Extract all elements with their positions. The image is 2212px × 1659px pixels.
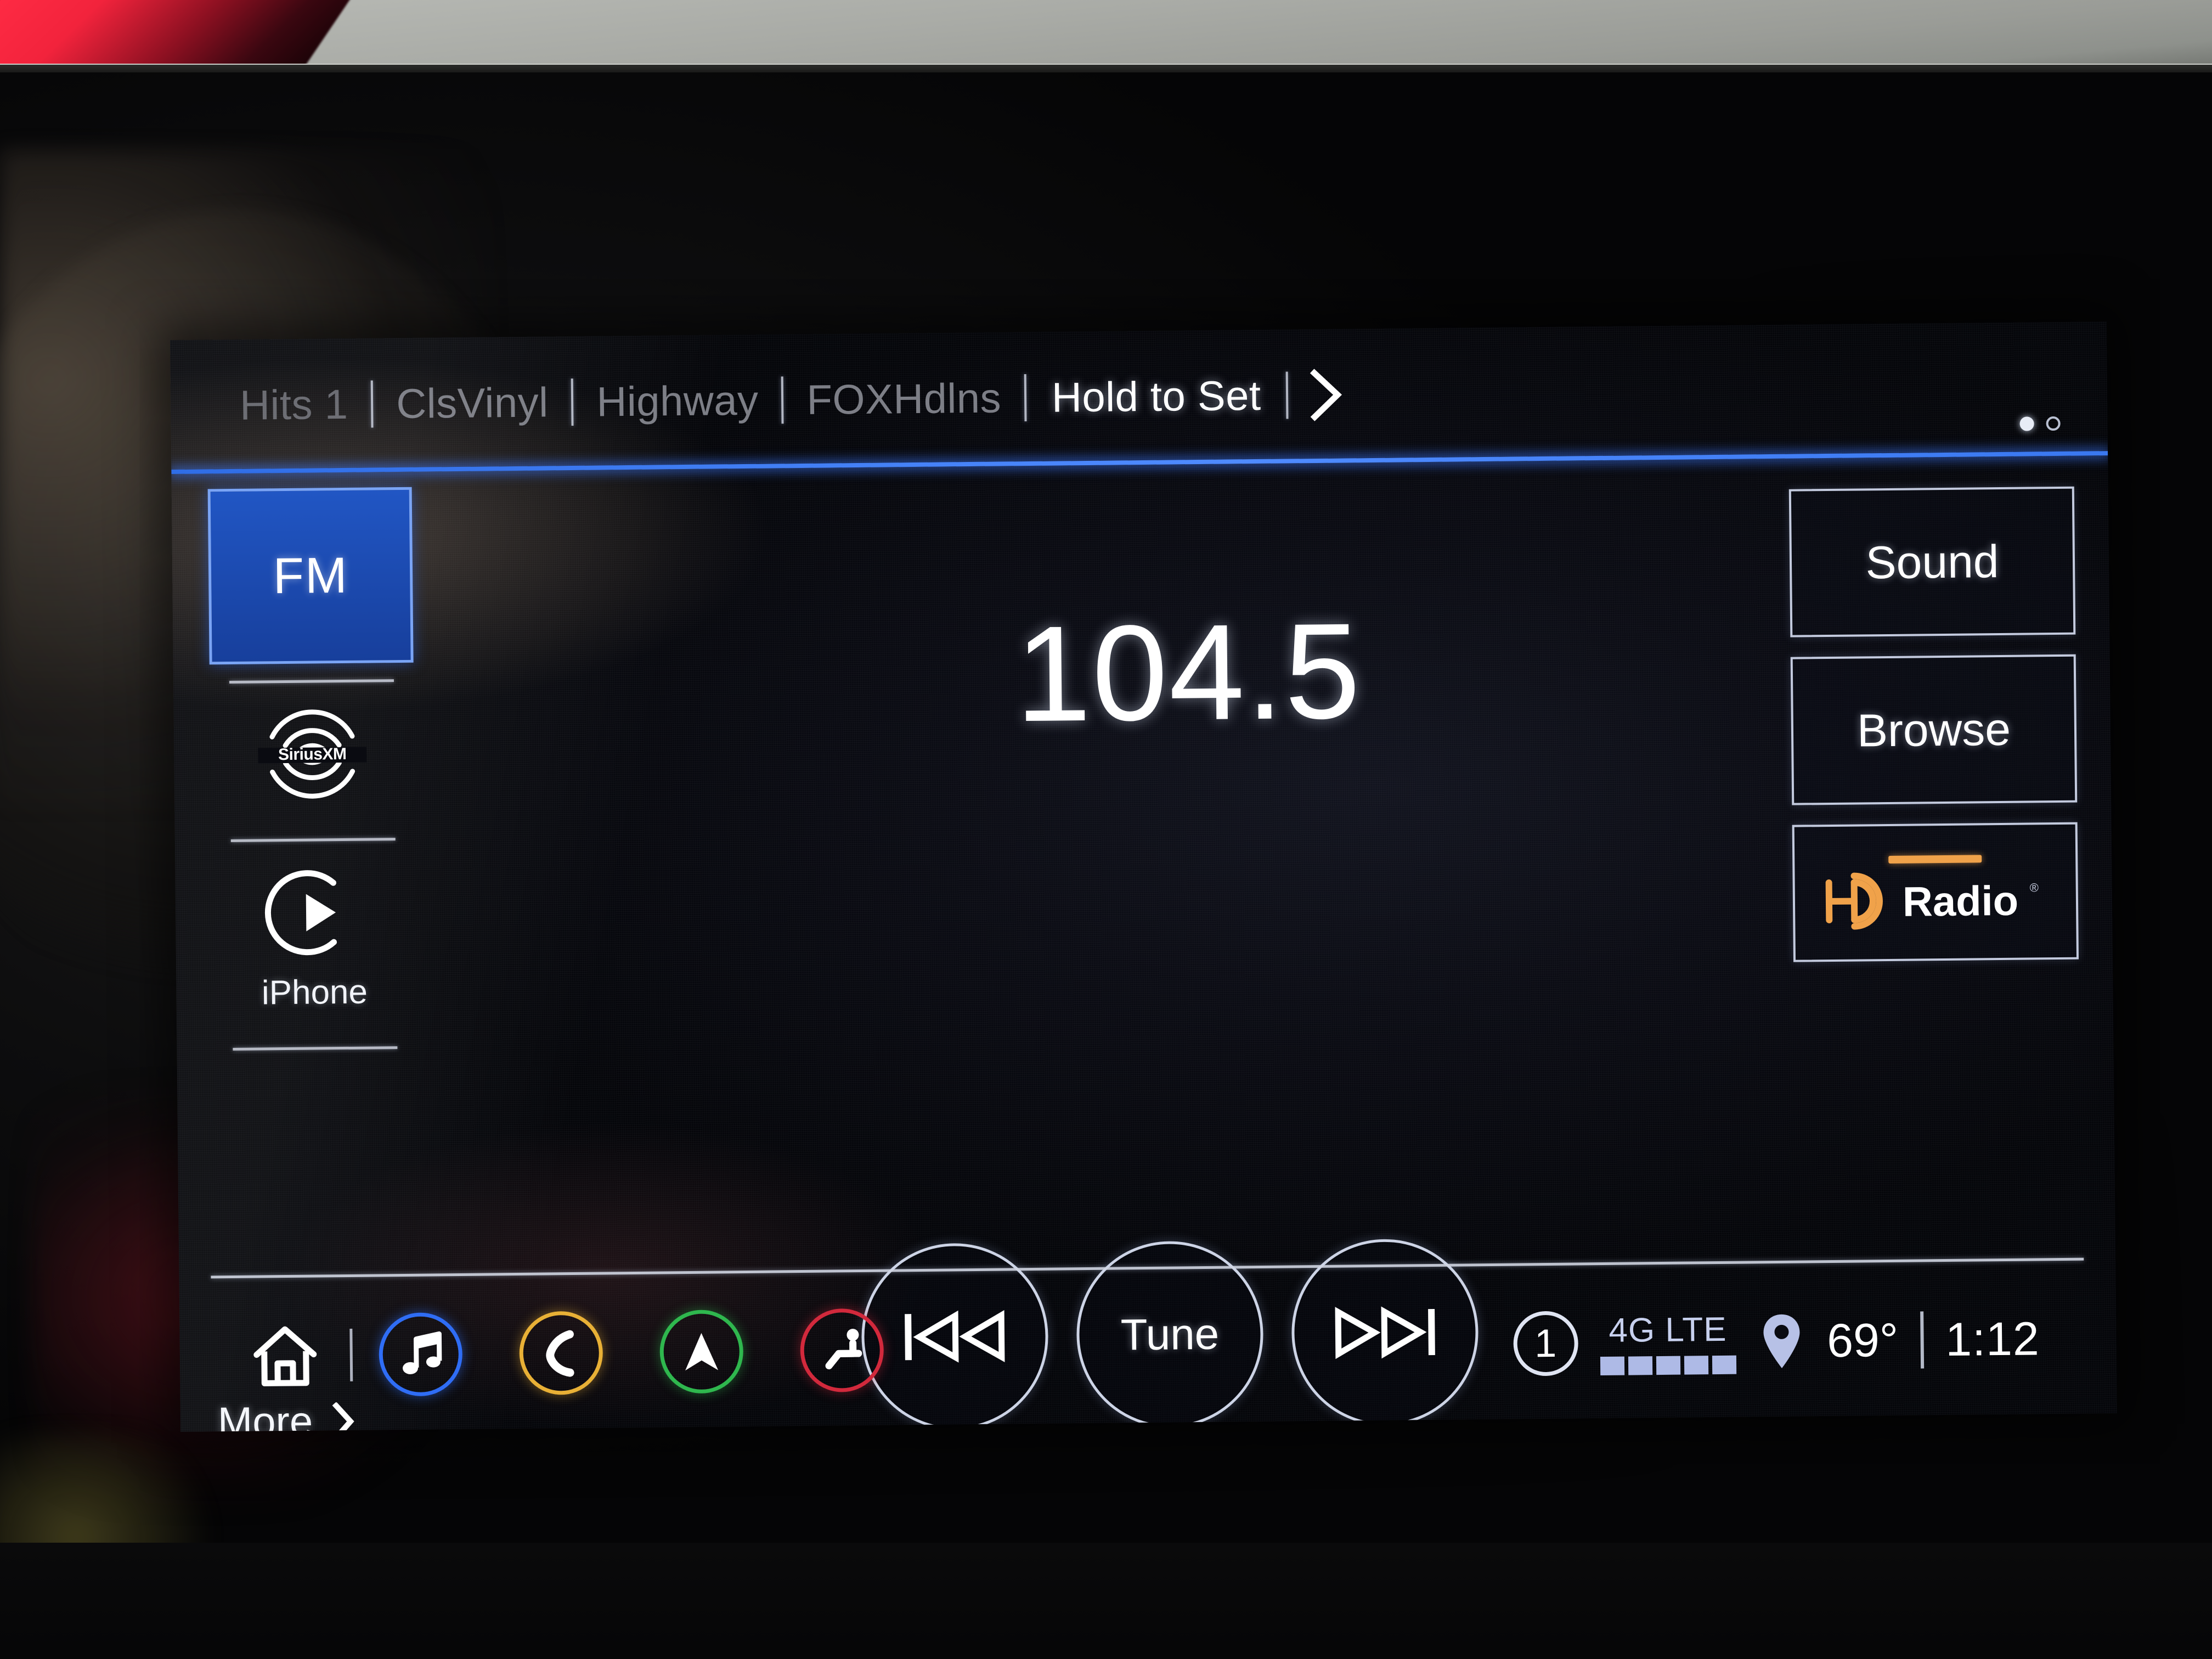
source-siriusxm-button[interactable]: SiriusXM: [210, 682, 415, 823]
hd-radio-button[interactable]: Radio ®: [1792, 822, 2079, 962]
network-label: 4G LTE: [1609, 1310, 1727, 1350]
quick-app-phone-button[interactable]: [519, 1311, 603, 1395]
browse-label: Browse: [1857, 703, 2011, 757]
apple-play-icon: [264, 863, 364, 963]
quick-app-audio-button[interactable]: [379, 1312, 463, 1397]
navigation-arrow-icon: [676, 1326, 727, 1377]
status-bar[interactable]: 1 4G LTE 69° 1:12: [179, 1263, 2117, 1432]
signal-bar: [1600, 1356, 1624, 1375]
clock: 1:12: [1945, 1312, 2040, 1366]
sound-button[interactable]: Sound: [1788, 486, 2076, 637]
preset-button-1[interactable]: Hits 1: [217, 380, 371, 430]
station-frequency: 104.5: [1014, 594, 1362, 751]
source-iphone-label: iPhone: [261, 973, 368, 1012]
hd-radio-icon: Radio ®: [1820, 867, 2051, 930]
hd-radio-accent-bar: [1888, 855, 1982, 864]
preset-button-2[interactable]: ClsVinyl: [373, 378, 572, 427]
music-note-icon: [395, 1329, 446, 1380]
sound-label: Sound: [1865, 535, 1999, 588]
siriusxm-icon: SiriusXM: [238, 704, 387, 804]
profile-badge[interactable]: 1: [1513, 1311, 1578, 1376]
svg-text:Radio: Radio: [1903, 878, 2019, 926]
status-divider: [349, 1328, 353, 1381]
source-fm-label: FM: [273, 547, 349, 604]
page-dot-inactive[interactable]: [2046, 416, 2061, 431]
page-indicator: [2019, 416, 2061, 431]
status-bar-right[interactable]: 1 4G LTE 69° 1:12: [1513, 1306, 2117, 1376]
photograph-of-car-interior: Hits 1 ClsVinyl Highway FOXHdlns Hold to…: [0, 0, 2212, 1659]
svg-text:SiriusXM: SiriusXM: [278, 745, 347, 764]
seated-person-icon: [816, 1325, 867, 1376]
signal-bar: [1712, 1355, 1736, 1374]
preset-divider: [1024, 374, 1027, 422]
phone-handset-icon: [535, 1328, 586, 1379]
rail-divider: [233, 1046, 398, 1051]
source-fm-button[interactable]: FM: [207, 487, 414, 665]
preset-button-4[interactable]: FOXHdlns: [783, 374, 1024, 424]
location-pin-icon: [1758, 1311, 1805, 1372]
outside-temperature: 69°: [1826, 1313, 1899, 1367]
dashboard-top-trim: [0, 0, 2212, 72]
source-iphone-button[interactable]: iPhone: [211, 840, 417, 1032]
preset-bar[interactable]: Hits 1 ClsVinyl Highway FOXHdlns Hold to…: [170, 321, 2108, 472]
dashboard-red-accent-trim: [0, 0, 365, 72]
hold-to-set-button[interactable]: Hold to Set: [1026, 371, 1286, 422]
browse-button[interactable]: Browse: [1790, 654, 2078, 805]
preset-button-3[interactable]: Highway: [573, 376, 782, 426]
signal-bar: [1684, 1355, 1708, 1375]
status-divider: [1920, 1311, 1924, 1369]
infotainment-screen[interactable]: Hits 1 ClsVinyl Highway FOXHdlns Hold to…: [170, 321, 2117, 1432]
quick-app-seat-comfort-button[interactable]: [800, 1308, 884, 1393]
lower-console: [0, 1543, 2212, 1659]
quick-app-navigation-button[interactable]: [659, 1310, 744, 1394]
chevron-right-icon[interactable]: [1307, 368, 1346, 421]
status-bar-left[interactable]: [179, 1308, 884, 1398]
signal-bar: [1628, 1356, 1652, 1375]
signal-bars: [1600, 1355, 1736, 1375]
source-rail[interactable]: FM SiriusXM iPhone: [195, 487, 433, 1345]
profile-number: 1: [1534, 1321, 1557, 1366]
page-dot-active[interactable]: [2019, 416, 2034, 431]
signal-bar: [1656, 1356, 1680, 1375]
home-icon[interactable]: [246, 1317, 324, 1394]
right-button-column[interactable]: Sound Browse Radio ®: [1788, 486, 2079, 962]
network-status: 4G LTE: [1600, 1310, 1736, 1375]
svg-text:®: ®: [2030, 881, 2039, 894]
preset-divider: [1286, 371, 1289, 419]
